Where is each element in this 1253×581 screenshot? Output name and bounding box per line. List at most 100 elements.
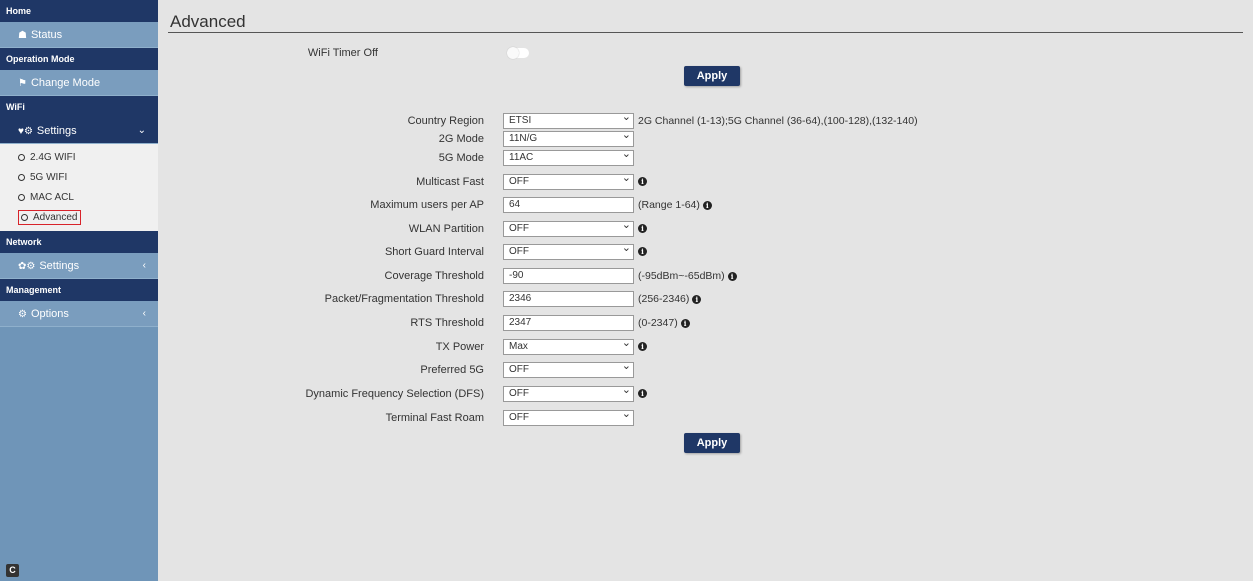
subnav-label: 2.4G WIFI	[30, 152, 76, 163]
nav-item-options[interactable]: ⚙ Options ‹	[0, 301, 158, 327]
wifi-timer-label: WiFi Timer Off	[307, 47, 378, 59]
max-users-input[interactable]: 64	[503, 197, 634, 213]
subnav-label: Advanced	[33, 212, 78, 223]
row-rts-threshold: RTS Threshold 2347 (0-2347) i	[158, 315, 1238, 333]
row-max-users: Maximum users per AP 64 (Range 1-64) i	[158, 197, 1238, 215]
collapse-button[interactable]: C	[6, 564, 19, 577]
row-country-region: Country Region ETSI 2G Channel (1-13);5G…	[158, 110, 1238, 131]
gear-icon: ⚙	[18, 309, 27, 320]
row-5g-mode: 5G Mode 11AC	[158, 147, 1238, 168]
country-region-label: Country Region	[407, 115, 484, 127]
info-icon[interactable]: i	[702, 201, 712, 210]
info-icon[interactable]: i	[638, 177, 647, 186]
rts-threshold-input[interactable]: 2347	[503, 315, 634, 331]
packet-frag-label: Packet/Fragmentation Threshold	[324, 293, 484, 305]
row-tx-power: TX Power Max i	[158, 336, 1238, 357]
subnav-advanced[interactable]: Advanced	[0, 208, 158, 228]
packet-frag-hint: (256-2346)	[638, 293, 690, 305]
rts-hint-wrap: (0-2347) i	[638, 317, 690, 329]
chevron-left-icon: ‹	[142, 260, 146, 271]
nav-label-options: Options	[30, 308, 69, 320]
info-icon[interactable]: i	[638, 247, 647, 256]
rts-hint: (0-2347)	[638, 317, 678, 329]
subnav-24g-wifi[interactable]: 2.4G WIFI	[0, 148, 158, 168]
row-packet-frag: Packet/Fragmentation Threshold 2346 (256…	[158, 291, 1238, 309]
home-icon: ☗	[18, 30, 27, 41]
dfs-label: Dynamic Frequency Selection (DFS)	[305, 388, 484, 400]
coverage-threshold-input[interactable]: -90	[503, 268, 634, 284]
wlan-partition-label: WLAN Partition	[408, 223, 484, 235]
country-region-select[interactable]: ETSI	[503, 110, 634, 129]
nav-label-wifi-settings: Settings	[36, 125, 77, 137]
nav-item-network-settings[interactable]: ✿⚙ Settings ‹	[0, 253, 158, 279]
info-icon[interactable]: i	[680, 319, 690, 328]
2g-mode-select[interactable]: 11N/G	[503, 128, 634, 147]
short-guard-select[interactable]: OFF	[503, 241, 634, 260]
info-icon[interactable]: i	[638, 389, 647, 398]
dfs-select[interactable]: OFF	[503, 383, 634, 402]
preferred-5g-select[interactable]: OFF	[503, 359, 634, 378]
wlan-partition-select[interactable]: OFF	[503, 218, 634, 237]
chevron-left-icon: ‹	[142, 308, 146, 319]
nav-section-management[interactable]: Management	[0, 279, 158, 301]
max-users-label: Maximum users per AP	[370, 199, 484, 211]
selected-highlight: Advanced	[18, 210, 82, 225]
info-icon[interactable]: i	[727, 272, 737, 281]
2g-mode-label: 2G Mode	[438, 133, 484, 145]
nav-section-network[interactable]: Network	[0, 231, 158, 253]
max-users-hint: (Range 1-64)	[638, 199, 700, 211]
row-short-guard: Short Guard Interval OFF i	[158, 241, 1238, 262]
row-coverage-threshold: Coverage Threshold -90 (-95dBm~-65dBm) i	[158, 268, 1238, 286]
nav-section-wifi[interactable]: WiFi	[0, 96, 158, 118]
circle-icon	[18, 194, 25, 201]
row-dfs: Dynamic Frequency Selection (DFS) OFF i	[158, 383, 1238, 404]
row-preferred-5g: Preferred 5G OFF	[158, 359, 1238, 380]
tx-power-label: TX Power	[435, 341, 484, 353]
tx-power-select[interactable]: Max	[503, 336, 634, 355]
subnav-label: 5G WIFI	[30, 172, 68, 183]
page-title: Advanced	[170, 12, 246, 31]
short-guard-label: Short Guard Interval	[384, 246, 484, 258]
circle-icon	[18, 174, 25, 181]
apply-button-bottom[interactable]: Apply	[684, 433, 740, 453]
info-icon[interactable]: i	[638, 224, 647, 233]
nav-item-change-mode[interactable]: ⚑ Change Mode	[0, 70, 158, 96]
subnav-mac-acl[interactable]: MAC ACL	[0, 188, 158, 208]
5g-mode-label: 5G Mode	[438, 152, 484, 164]
wifi-timer-toggle[interactable]	[507, 47, 529, 59]
wifi-submenu: 2.4G WIFI 5G WIFI MAC ACL Advanced	[0, 144, 158, 231]
nav-label-change-mode: Change Mode	[30, 77, 101, 89]
5g-mode-select[interactable]: 11AC	[503, 147, 634, 166]
flag-icon: ⚑	[18, 78, 27, 89]
nav-item-wifi-settings[interactable]: ♥⚙ Settings ⌄	[0, 118, 158, 144]
nav-section-home[interactable]: Home	[0, 0, 158, 22]
multicast-fast-select[interactable]: OFF	[503, 171, 634, 190]
nav-item-status[interactable]: ☗ Status	[0, 22, 158, 48]
preferred-5g-label: Preferred 5G	[420, 364, 484, 376]
row-2g-mode: 2G Mode 11N/G	[158, 128, 1238, 149]
fast-roam-label: Terminal Fast Roam	[385, 412, 484, 424]
multicast-fast-label: Multicast Fast	[416, 176, 484, 188]
packet-frag-input[interactable]: 2346	[503, 291, 634, 307]
info-icon[interactable]: i	[692, 295, 702, 304]
packet-frag-hint-wrap: (256-2346) i	[638, 293, 702, 305]
main-content: Advanced WiFi Timer Off Apply Country Re…	[158, 0, 1253, 581]
coverage-threshold-label: Coverage Threshold	[384, 270, 484, 282]
apply-button-top[interactable]: Apply	[684, 66, 740, 86]
toggle-knob	[507, 47, 519, 59]
subnav-5g-wifi[interactable]: 5G WIFI	[0, 168, 158, 188]
max-users-hint-wrap: (Range 1-64) i	[638, 199, 712, 211]
circle-icon	[18, 154, 25, 161]
wifi-cogs-icon: ♥⚙	[18, 126, 33, 137]
network-cogs-icon: ✿⚙	[18, 261, 36, 272]
row-wlan-partition: WLAN Partition OFF i	[158, 218, 1238, 239]
nav-label-network-settings: Settings	[39, 260, 80, 272]
fast-roam-select[interactable]: OFF	[503, 407, 634, 426]
info-icon[interactable]: i	[638, 342, 647, 351]
title-divider	[168, 32, 1243, 33]
subnav-label: MAC ACL	[30, 192, 74, 203]
nav-section-operation-mode[interactable]: Operation Mode	[0, 48, 158, 70]
row-multicast-fast: Multicast Fast OFF i	[158, 171, 1238, 192]
chevron-down-icon: ⌄	[137, 125, 146, 136]
coverage-hint: (-95dBm~-65dBm)	[638, 270, 725, 282]
